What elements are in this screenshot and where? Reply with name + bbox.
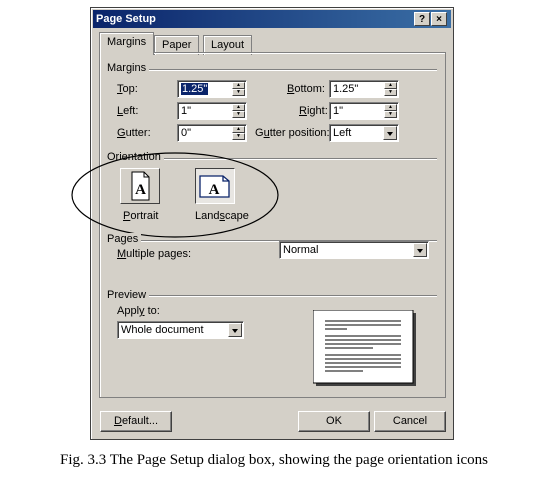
multiple-pages-select[interactable]: Normal: [279, 241, 429, 259]
apply-to-value: Whole document: [121, 324, 204, 336]
left-margin-spinner[interactable]: 1" ▲ ▼: [177, 102, 247, 120]
ok-button[interactable]: OK: [298, 411, 370, 432]
margins-group-label: Margins: [107, 62, 150, 74]
gutter-down-arrow-icon[interactable]: ▼: [232, 133, 245, 140]
bottom-margin-value: 1.25": [333, 83, 359, 95]
top-label: Top:: [117, 83, 138, 95]
preview-group-line: [147, 295, 437, 297]
right-margin-spinner[interactable]: 1" ▲ ▼: [329, 102, 399, 120]
bottom-label: Bottom:: [287, 83, 325, 95]
bottom-up-arrow-icon[interactable]: ▲: [384, 82, 397, 89]
dialog-title: Page Setup: [96, 13, 156, 25]
margins-group-line: [141, 69, 437, 71]
top-margin-spinner[interactable]: 1.25" ▲ ▼: [177, 80, 247, 98]
tab-layout-label: Layout: [211, 39, 245, 51]
left-margin-value: 1": [181, 105, 192, 117]
top-margin-value: 1.25": [181, 83, 209, 95]
title-bar: Page Setup: [93, 10, 451, 28]
chevron-down-icon[interactable]: [383, 126, 397, 140]
apply-to-select[interactable]: Whole document: [117, 321, 244, 339]
right-up-arrow-icon[interactable]: ▲: [384, 104, 397, 111]
left-up-arrow-icon[interactable]: ▲: [232, 104, 245, 111]
left-down-arrow-icon[interactable]: ▼: [232, 111, 245, 118]
gutter-position-label: Gutter position:: [255, 127, 330, 139]
right-down-arrow-icon[interactable]: ▼: [384, 111, 397, 118]
orientation-highlight-ellipse: [71, 152, 279, 238]
multiple-pages-value: Normal: [283, 244, 319, 256]
top-up-arrow-icon[interactable]: ▲: [232, 82, 245, 89]
tab-paper-label: Paper: [162, 39, 192, 51]
left-label: Left:: [117, 105, 139, 117]
right-label: Right:: [299, 105, 328, 117]
page-setup-dialog: Page Setup ? × Margins Paper Layout Marg…: [71, 7, 454, 440]
multiple-pages-label: Multiple pages:: [117, 248, 191, 260]
help-button[interactable]: ?: [414, 12, 430, 26]
preview-group-label: Preview: [107, 289, 150, 301]
gutter-position-value: Left: [333, 127, 352, 139]
gutter-position-select[interactable]: Left: [329, 124, 399, 142]
chevron-down-icon[interactable]: [228, 323, 242, 337]
gutter-up-arrow-icon[interactable]: ▲: [232, 126, 245, 133]
tab-margins-label: Margins: [107, 36, 147, 48]
bottom-margin-spinner[interactable]: 1.25" ▲ ▼: [329, 80, 399, 98]
top-down-arrow-icon[interactable]: ▼: [232, 89, 245, 96]
default-button[interactable]: Default...: [100, 411, 172, 432]
bottom-down-arrow-icon[interactable]: ▼: [384, 89, 397, 96]
gutter-value: 0": [181, 127, 192, 139]
tab-margins[interactable]: Margins: [99, 32, 155, 55]
chevron-down-icon[interactable]: [413, 243, 427, 257]
gutter-spinner[interactable]: 0" ▲ ▼: [177, 124, 247, 142]
page-preview-icon: [313, 310, 416, 386]
apply-to-label: Apply to:: [117, 305, 160, 317]
gutter-label: Gutter:: [117, 127, 151, 139]
right-margin-value: 1": [333, 105, 344, 117]
cancel-button[interactable]: Cancel: [374, 411, 446, 432]
close-button[interactable]: ×: [431, 12, 447, 26]
figure-caption: Fig. 3.3 The Page Setup dialog box, show…: [60, 452, 488, 468]
pages-group-label: Pages: [107, 233, 142, 245]
